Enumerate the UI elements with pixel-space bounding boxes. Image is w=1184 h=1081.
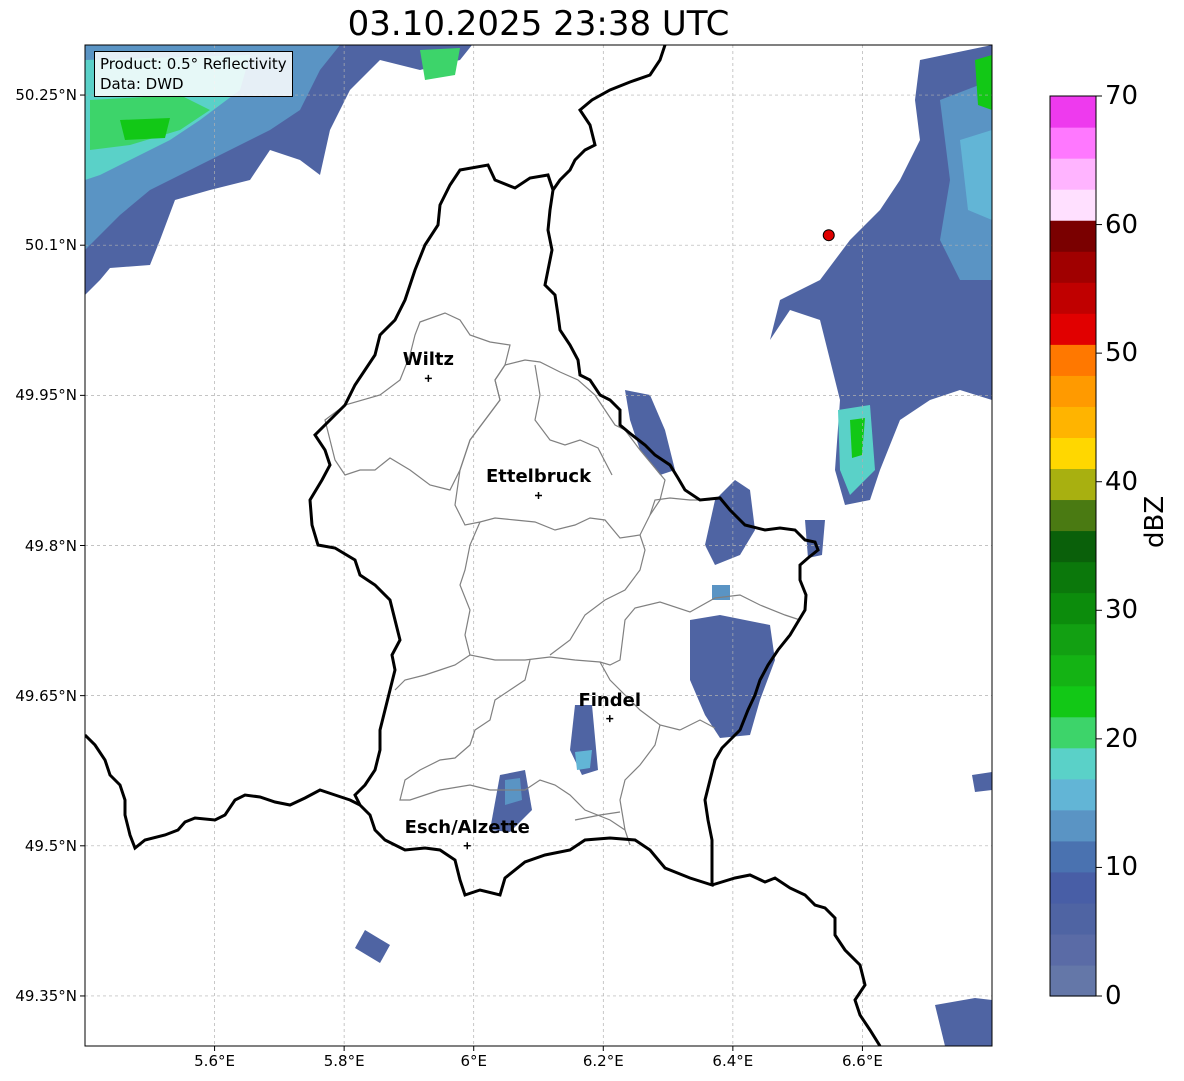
belgium-germany-border [551,45,667,191]
city-label: Ettelbruck [485,466,592,488]
grid-lines [85,45,992,1046]
colorbar-tick-label: 10 [1105,852,1139,883]
colorbar-title: dBZ [1140,495,1170,548]
city-marker [606,715,614,723]
echo-area [420,48,460,80]
lon-tick-label: 6.4°E [712,1052,754,1070]
city-marker [463,842,471,850]
colorbar-tick-label: 0 [1105,981,1122,1011]
city-marker [424,374,432,382]
lon-tick-label: 6.6°E [842,1052,883,1070]
echo-area [120,118,170,140]
radar-site-marker [822,229,835,242]
colorbar-tick-label: 70 [1105,81,1139,111]
product-label: Product: 0.5° Reflectivity [100,55,287,73]
lat-tick-label: 50.25°N [15,86,77,105]
city-label: Findel [578,689,642,711]
lat-tick-label: 50.1°N [24,236,77,255]
echo-area [705,480,755,565]
echo-area [972,772,992,792]
saar-border [711,873,882,1046]
city-label: Wiltz [402,349,454,371]
lat-tick-label: 49.95°N [15,386,77,405]
lon-tick-label: 6°E [460,1052,487,1070]
canton-boundaries [324,312,801,846]
colorbar-tick-label: 30 [1105,595,1139,626]
echo-area [935,998,992,1046]
lat-tick-label: 49.65°N [15,686,77,705]
lon-tick-label: 5.6°E [194,1052,235,1070]
radar-map [80,44,993,1051]
info-box: Product: 0.5° Reflectivity Data: DWD [94,51,293,97]
echo-area [575,750,592,770]
data-source-label: Data: DWD [100,75,184,93]
colorbar-tick-label: 20 [1105,723,1139,754]
city-marker [535,491,542,499]
echo-area [355,930,390,963]
colorbar-tick-label: 60 [1105,209,1139,240]
city-label: Esch/Alzette [404,816,530,838]
axis-ticks [80,94,863,1051]
colorbar-tick-label: 40 [1105,466,1139,497]
lon-tick-label: 5.8°E [323,1052,365,1070]
lon-tick-label: 6.2°E [582,1052,624,1070]
lat-tick-label: 49.5°N [24,836,77,855]
colorbar-tick-label: 50 [1105,338,1139,369]
lat-tick-label: 49.8°N [24,536,77,555]
lat-tick-label: 49.35°N [15,986,77,1005]
